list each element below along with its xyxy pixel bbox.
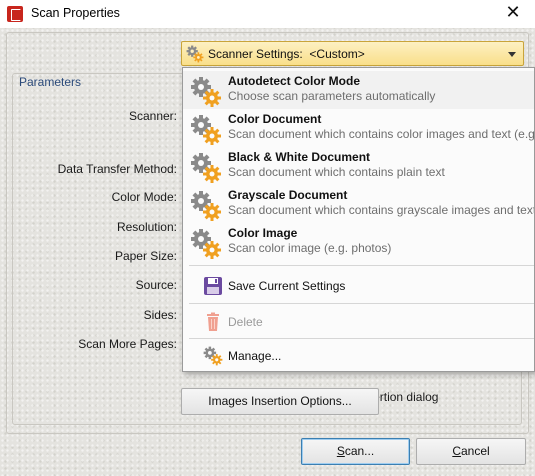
scanner-label: Scanner:	[128, 109, 177, 123]
preset-item[interactable]: Color Image Scan color image (e.g. photos…	[183, 223, 534, 261]
preset-title: Black & White Document	[228, 150, 371, 164]
scan-button-rest: can...	[344, 444, 375, 458]
scanner-settings-dropdown[interactable]: Scanner Settings: <Custom>	[181, 41, 524, 66]
menu-separator	[189, 303, 534, 304]
gears-icon	[191, 153, 221, 183]
scan-more-pages-label: Scan More Pages:	[78, 337, 177, 351]
gears-icon	[191, 191, 221, 221]
window-title: Scan Properties	[31, 6, 120, 20]
preset-title: Grayscale Document	[228, 188, 348, 202]
floppy-disk-icon	[204, 277, 222, 295]
gears-icon	[203, 346, 223, 366]
manage-label: Manage...	[228, 349, 282, 363]
images-insertion-options-button[interactable]: Images Insertion Options...	[181, 388, 379, 415]
gears-icon	[191, 229, 221, 259]
scanner-settings-label: Scanner Settings: <Custom>	[208, 47, 365, 61]
manage-item[interactable]: Manage...	[183, 339, 534, 371]
preset-description: Scan document which contains grayscale i…	[228, 203, 535, 217]
scanner-settings-menu: Autodetect Color Mode Choose scan paramet…	[182, 67, 535, 372]
gears-icon	[186, 45, 204, 63]
preset-title: Color Document	[228, 112, 322, 126]
close-icon[interactable]: ✕	[491, 0, 535, 28]
delete-label: Delete	[228, 315, 263, 329]
source-label: Source:	[135, 278, 177, 292]
menu-separator	[189, 265, 534, 266]
paper-size-label: Paper Size:	[114, 249, 177, 263]
preset-description: Scan document which contains plain text	[228, 165, 445, 179]
gears-icon	[191, 77, 221, 107]
parameters-title: Parameters	[19, 75, 82, 89]
cancel-button[interactable]: Cancel	[416, 438, 526, 465]
preset-item[interactable]: Grayscale Document Scan document which co…	[183, 185, 535, 223]
preset-item[interactable]: Color Document Scan document which contai…	[183, 109, 535, 147]
preset-description: Scan document which contains color image…	[228, 127, 535, 141]
chevron-down-icon	[508, 52, 516, 57]
preset-item[interactable]: Black & White Document Scan document whic…	[183, 147, 534, 185]
preset-title: Color Image	[228, 226, 298, 240]
resolution-label: Resolution:	[116, 220, 177, 234]
pdf-app-icon	[7, 6, 23, 22]
preset-description: Scan color image (e.g. photos)	[228, 241, 392, 255]
data-transfer-method-label: Data Transfer Method:	[57, 162, 177, 176]
preset-title: Autodetect Color Mode	[228, 74, 360, 88]
delete-item[interactable]: Delete	[183, 305, 534, 339]
scan-button[interactable]: Scan...	[301, 438, 410, 465]
cancel-button-rest: ancel	[460, 444, 490, 458]
color-mode-label: Color Mode:	[111, 190, 177, 204]
trash-icon	[207, 312, 219, 331]
gears-icon	[191, 115, 221, 145]
save-current-settings-item[interactable]: Save Current Settings	[183, 269, 534, 303]
title-bar: Scan Properties ✕	[0, 0, 535, 28]
sides-label: Sides:	[143, 308, 177, 322]
preset-item[interactable]: Autodetect Color Mode Choose scan paramet…	[183, 71, 534, 109]
save-current-settings-label: Save Current Settings	[228, 279, 346, 293]
preset-description: Choose scan parameters automatically	[228, 89, 436, 103]
